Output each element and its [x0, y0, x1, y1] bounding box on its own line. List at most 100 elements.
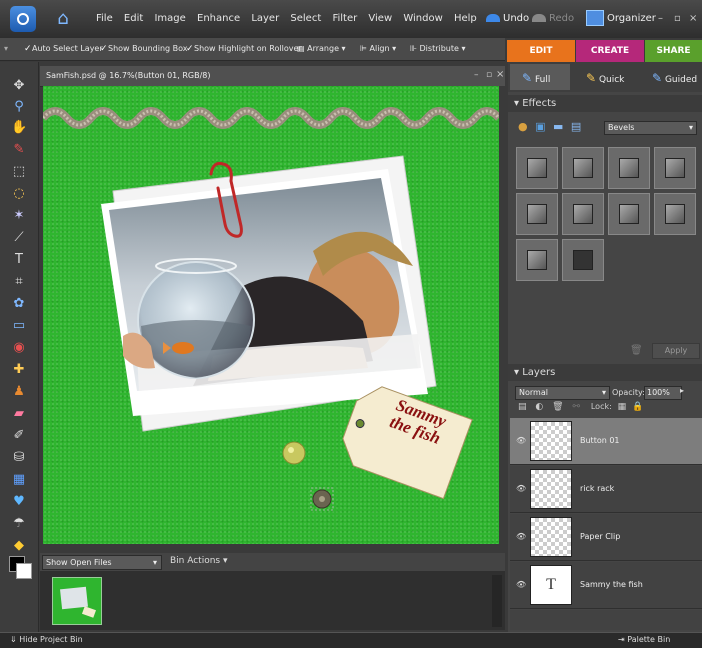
fx-icon[interactable]: ▤ [571, 120, 581, 133]
new-layer-icon[interactable]: ▤ [518, 402, 527, 412]
brush-tool-icon[interactable]: ✐ [11, 428, 27, 444]
distribute-dropdown[interactable]: ⊪ Distribute ▾ [410, 44, 465, 53]
lock-transparency-icon[interactable]: ▦ [618, 402, 627, 412]
visibility-eye-icon[interactable]: 👁 [516, 580, 526, 589]
bevel-swatch-2[interactable] [562, 147, 604, 189]
menu-layer[interactable]: Layer [251, 13, 279, 24]
visibility-eye-icon[interactable]: 👁 [516, 532, 526, 541]
menu-select[interactable]: Select [290, 13, 321, 24]
opacity-chevron-icon[interactable]: ▸ [680, 386, 684, 395]
home-icon[interactable]: ⌂ [52, 8, 74, 30]
straighten-tool-icon[interactable]: ▭ [11, 318, 27, 334]
document-resize-splitter[interactable] [40, 544, 505, 553]
menu-view[interactable]: View [368, 13, 392, 24]
zoom-tool-icon[interactable]: ⚲ [11, 99, 27, 115]
close-button[interactable]: × [689, 13, 697, 24]
eraser-tool-icon[interactable]: ▰ [11, 406, 27, 422]
selection-brush-tool-icon[interactable]: ⟋ [11, 230, 27, 246]
sponge-tool-icon[interactable]: ◆ [11, 538, 27, 554]
bevel-swatch-7[interactable] [608, 193, 650, 235]
tab-create[interactable]: CREATE [576, 40, 644, 62]
lock-all-icon[interactable]: 🔒 [632, 402, 643, 412]
adjustment-layer-icon[interactable]: ◐ [535, 402, 543, 412]
menu-file[interactable]: File [96, 13, 113, 24]
gradient-tool-icon[interactable]: ▦ [11, 472, 27, 488]
delete-layer-icon[interactable]: 🗑 [552, 402, 563, 412]
redo-button[interactable]: Redo [532, 13, 574, 24]
paint-bucket-tool-icon[interactable]: ⛁ [11, 450, 27, 466]
bevel-swatch-1[interactable] [516, 147, 558, 189]
custom-shape-tool-icon[interactable]: ♥ [11, 494, 27, 510]
bevel-swatch-6[interactable] [562, 193, 604, 235]
healing-brush-tool-icon[interactable]: ✚ [11, 362, 27, 378]
crop-tool-icon[interactable]: ⌗ [11, 274, 27, 290]
align-dropdown[interactable]: ⊫ Align ▾ [360, 44, 396, 53]
subtab-quick[interactable]: ✎ Quick [586, 71, 624, 85]
lasso-tool-icon[interactable]: ◌ [11, 186, 27, 202]
apply-button[interactable]: Apply [652, 343, 700, 359]
minimize-button[interactable]: – [658, 13, 663, 24]
palette-bin-button[interactable]: ⇥ Palette Bin [618, 635, 670, 644]
doc-minimize-button[interactable]: – [474, 70, 479, 80]
doc-close-button[interactable]: × [496, 69, 504, 80]
subtab-full[interactable]: ✎ Full [522, 71, 550, 85]
menu-image[interactable]: Image [154, 13, 185, 24]
open-file-thumbnail[interactable] [52, 577, 102, 625]
layer-row-sammy-the-fish[interactable]: 👁 T Sammy the fish [510, 562, 702, 609]
maximize-button[interactable]: ▫ [674, 13, 681, 24]
options-menu-icon[interactable]: ▾ [4, 44, 8, 53]
menu-help[interactable]: Help [454, 13, 477, 24]
red-eye-tool-icon[interactable]: ◉ [11, 340, 27, 356]
magic-wand-tool-icon[interactable]: ✶ [11, 208, 27, 224]
layers-panel-header[interactable]: ▾ Layers [508, 364, 702, 381]
menu-edit[interactable]: Edit [124, 13, 143, 24]
bin-actions-menu[interactable]: Bin Actions ▾ [170, 556, 228, 566]
bevel-swatch-5[interactable] [516, 193, 558, 235]
arrange-dropdown[interactable]: ▤ Arrange ▾ [297, 44, 346, 53]
show-bounding-box-checkbox[interactable]: ✓Show Bounding Box [100, 44, 188, 54]
clone-stamp-tool-icon[interactable]: ♟ [11, 384, 27, 400]
trash-icon[interactable]: 🗑 [630, 345, 643, 356]
document-scrollbar[interactable] [499, 86, 505, 544]
link-layers-icon[interactable]: ⚯ [572, 402, 580, 412]
menu-enhance[interactable]: Enhance [197, 13, 240, 24]
marquee-tool-icon[interactable]: ⬚ [11, 164, 27, 180]
layer-row-paper-clip[interactable]: 👁 Paper Clip [510, 514, 702, 561]
bin-scrollbar[interactable] [492, 575, 502, 627]
filters-icon[interactable]: ● [518, 120, 528, 133]
undo-button[interactable]: Undo [486, 13, 529, 24]
bevel-swatch-8[interactable] [654, 193, 696, 235]
layer-row-rick-rack[interactable]: 👁 rick rack [510, 466, 702, 513]
show-open-files-dropdown[interactable]: Show Open Files ▾ [42, 555, 162, 570]
organizer-button[interactable]: Organizer [586, 10, 656, 26]
background-color-swatch[interactable] [16, 563, 32, 579]
type-tool-icon[interactable]: T [11, 252, 27, 268]
document-canvas[interactable]: Sammy the fish [43, 86, 499, 544]
blur-tool-icon[interactable]: ☂ [11, 516, 27, 532]
layer-row-button-01[interactable]: 👁 Button 01 [510, 418, 702, 465]
hand-tool-icon[interactable]: ✋ [11, 120, 27, 136]
effects-category-dropdown[interactable]: Bevels ▾ [604, 121, 697, 135]
effects-panel-header[interactable]: ▾ Effects [508, 95, 702, 112]
hide-project-bin-button[interactable]: ⇓ Hide Project Bin [10, 635, 83, 644]
menu-window[interactable]: Window [403, 13, 442, 24]
visibility-eye-icon[interactable]: 👁 [516, 484, 526, 493]
bevel-swatch-9[interactable] [516, 239, 558, 281]
photo-effects-icon[interactable]: ▬ [553, 120, 563, 133]
bevel-swatch-4[interactable] [654, 147, 696, 189]
eyedropper-tool-icon[interactable]: ✎ [11, 142, 27, 158]
subtab-guided[interactable]: ✎ Guided [652, 71, 697, 85]
opacity-field[interactable]: 100% [644, 386, 682, 400]
move-tool-icon[interactable]: ✥ [11, 78, 27, 94]
bevel-swatch-10[interactable] [562, 239, 604, 281]
cookie-cutter-tool-icon[interactable]: ✿ [11, 296, 27, 312]
auto-select-layer-checkbox[interactable]: ✓Auto Select Layer [24, 44, 103, 54]
visibility-eye-icon[interactable]: 👁 [516, 436, 526, 445]
tab-share[interactable]: SHARE [645, 40, 702, 62]
layer-styles-icon[interactable]: ▣ [535, 120, 545, 133]
tab-edit[interactable]: EDIT [507, 40, 575, 62]
blend-mode-dropdown[interactable]: Normal ▾ [515, 386, 610, 400]
show-highlight-checkbox[interactable]: ✓Show Highlight on Rollover [186, 44, 302, 54]
bevel-swatch-3[interactable] [608, 147, 650, 189]
doc-maximize-button[interactable]: ▫ [486, 70, 492, 80]
